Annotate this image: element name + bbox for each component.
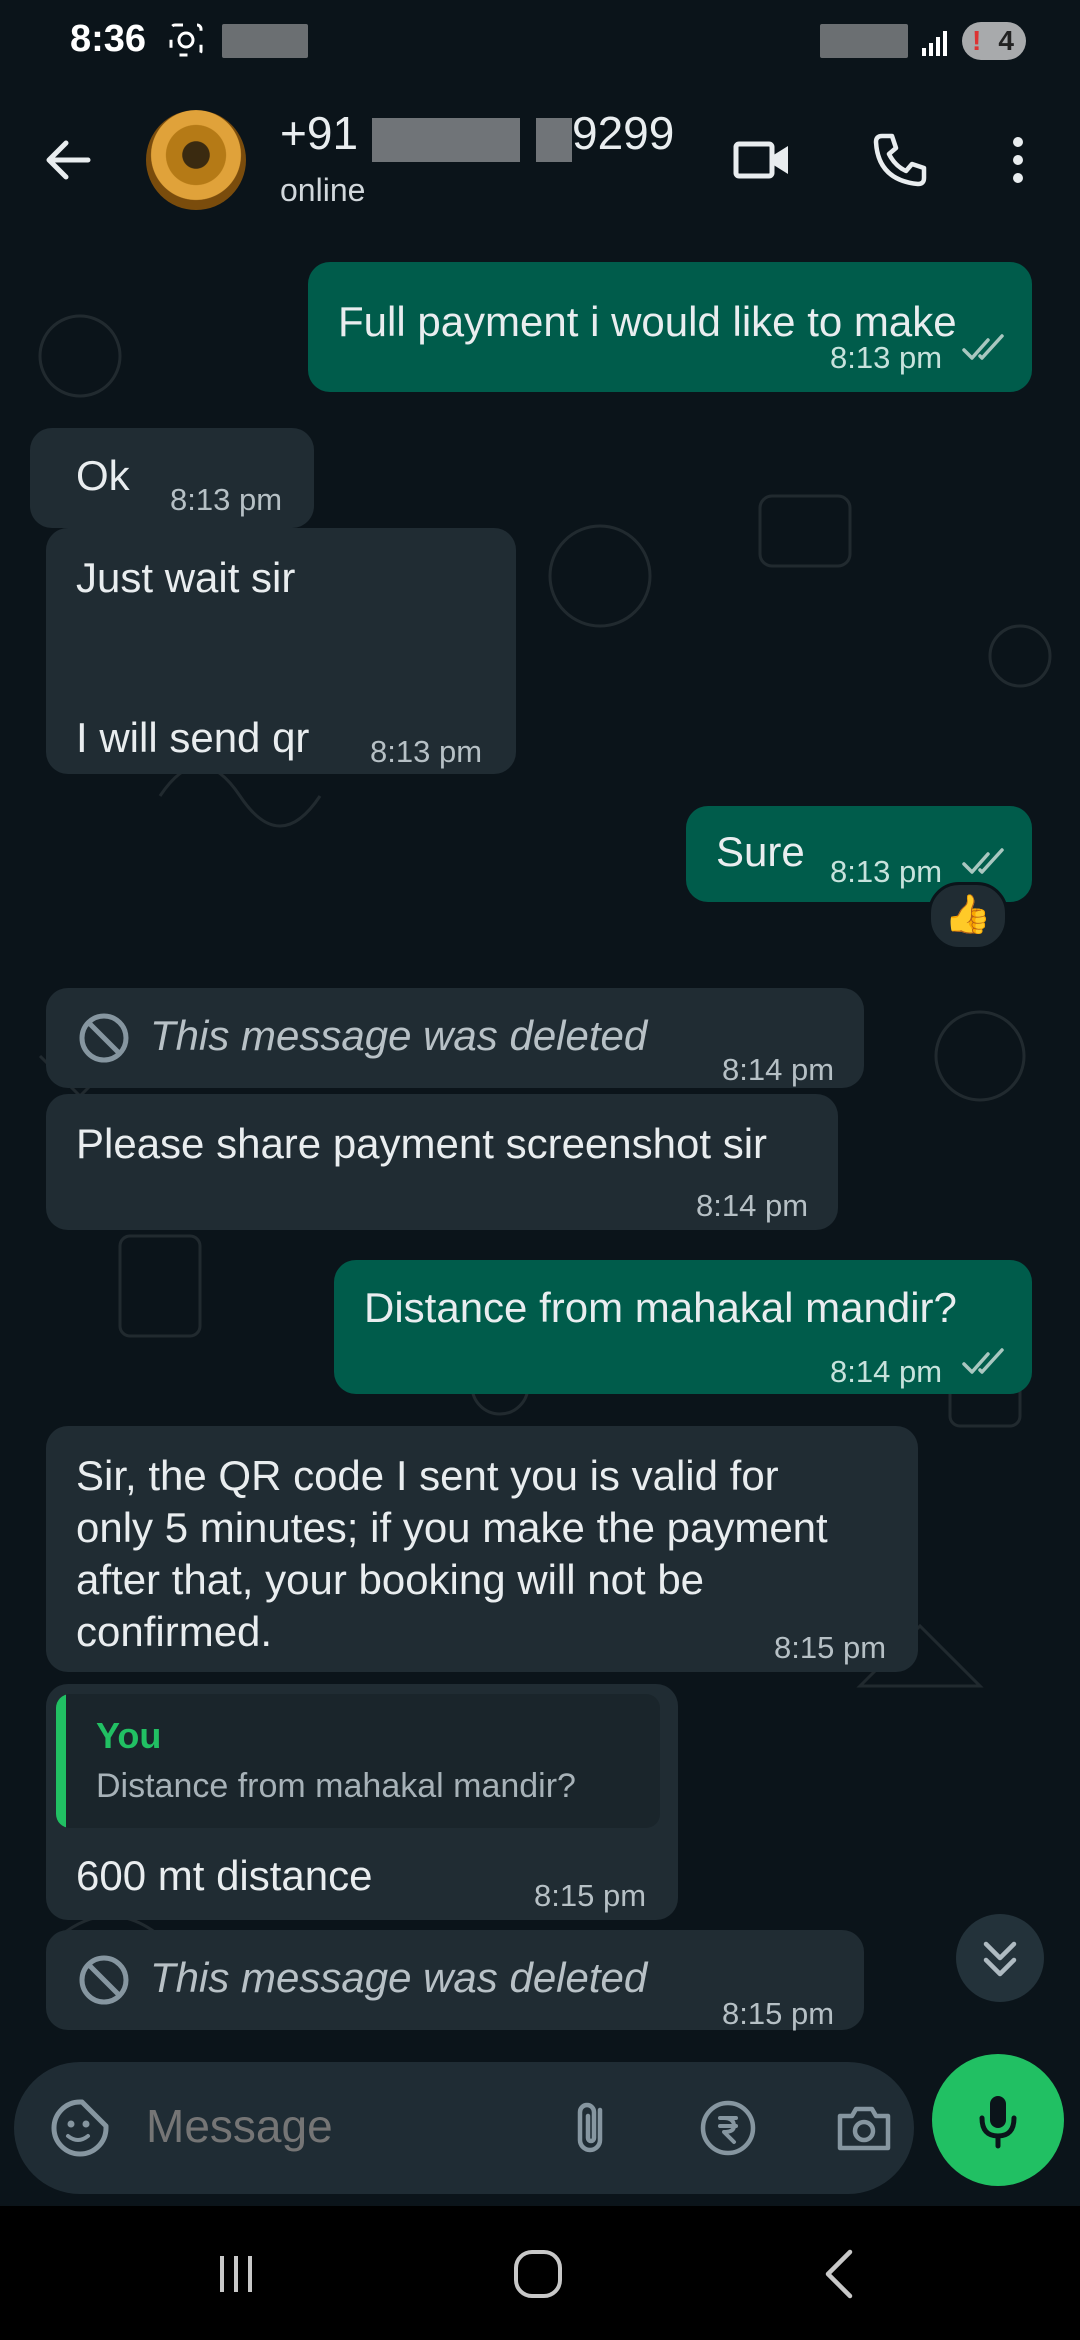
deleted-message-bubble[interactable]: This message was deleted 8:14 pm [46, 988, 864, 1088]
message-time: 8:14 pm [696, 1188, 809, 1223]
system-back-icon[interactable] [810, 2242, 874, 2306]
contact-number-suffix: 9299 [572, 107, 675, 159]
message-text: 600 mt distance [76, 1852, 373, 1899]
chat-header: +91 9299 online [0, 84, 1080, 236]
battery-alert-icon: ! [972, 25, 982, 56]
message-bubble-incoming[interactable]: Sir, the QR code I sent you is valid for… [46, 1426, 918, 1672]
message-time: 8:15 pm [774, 1630, 887, 1665]
message-text: Sure [716, 828, 805, 875]
deleted-message-bubble[interactable]: This message was deleted 8:15 pm [46, 1930, 864, 2031]
camera-icon[interactable] [832, 2096, 896, 2160]
notification-icons-blurred [222, 24, 308, 58]
microphone-icon [979, 2096, 1017, 2149]
sticker-emoji-icon[interactable] [48, 2096, 112, 2160]
quote-text: Distance from mahakal mandir? [96, 1767, 576, 1805]
system-navigation-bar [0, 2206, 1080, 2340]
voice-message-button[interactable] [932, 2054, 1064, 2186]
message-list[interactable]: Full payment i would like to make 8:13 p… [0, 236, 1080, 2058]
message-time: 8:14 pm [830, 1354, 943, 1389]
reply-message-bubble[interactable]: You Distance from mahakal mandir? 600 mt… [46, 1684, 678, 1920]
read-receipt-icon [962, 1348, 1004, 1374]
video-call-icon[interactable] [730, 128, 794, 192]
message-text-line: after that, your booking will not be [76, 1556, 705, 1603]
status-bar: 8:36 ! 4 [0, 0, 1080, 84]
rupee-payment-icon[interactable] [696, 2096, 760, 2160]
contact-number-prefix: +91 [280, 107, 359, 159]
message-text-line: only 5 minutes; if you make the payment [76, 1504, 828, 1551]
attach-paperclip-icon[interactable] [560, 2096, 624, 2160]
message-time: 8:13 pm [830, 340, 943, 375]
home-icon[interactable] [506, 2242, 570, 2306]
screen-record-icon [169, 23, 203, 57]
message-input[interactable] [146, 2098, 566, 2154]
message-time: 8:14 pm [722, 1052, 835, 1087]
double-chevron-down-icon [983, 1941, 1017, 1977]
quoted-message[interactable]: You Distance from mahakal mandir? [56, 1694, 660, 1828]
signal-icon [922, 31, 947, 56]
message-bubble-incoming[interactable]: Please share payment screenshot sir 8:14… [46, 1094, 838, 1230]
message-time: 8:15 pm [534, 1878, 647, 1913]
read-receipt-icon [962, 334, 1004, 360]
status-icons-blurred [820, 24, 908, 58]
recent-apps-icon[interactable] [204, 2242, 268, 2306]
blocked-circle-icon [79, 1955, 129, 2005]
battery-level: 4 [998, 25, 1014, 56]
contact-status: online [280, 172, 366, 208]
message-bubble-incoming[interactable]: Ok 8:13 pm [30, 428, 314, 528]
message-time: 8:13 pm [170, 482, 283, 517]
thumbs-up-reaction[interactable]: 👍 [928, 882, 1008, 950]
read-receipt-icon [962, 848, 1004, 874]
status-time: 8:36 [70, 18, 147, 60]
message-text: Please share payment screenshot sir [76, 1120, 768, 1167]
message-text-line: I will send qr [76, 714, 310, 761]
deleted-message-text: This message was deleted [150, 1012, 648, 1059]
message-time: 8:13 pm [370, 734, 483, 769]
quote-accent-bar [56, 1694, 66, 1828]
voice-call-icon[interactable] [868, 128, 932, 192]
contact-avatar[interactable] [146, 110, 246, 210]
contact-number-redacted-2 [536, 118, 572, 162]
message-bubble-outgoing[interactable]: Full payment i would like to make 8:13 p… [308, 262, 1032, 392]
message-time: 8:13 pm [830, 854, 943, 889]
scroll-to-bottom-button[interactable] [956, 1914, 1044, 2002]
deleted-message-text: This message was deleted [150, 1954, 648, 2001]
message-text: Distance from mahakal mandir? [364, 1284, 957, 1331]
message-bubble-outgoing[interactable]: Distance from mahakal mandir? 8:14 pm [334, 1260, 1032, 1394]
message-time: 8:15 pm [722, 1996, 835, 2031]
quote-author: You [96, 1715, 162, 1756]
back-arrow-icon[interactable] [40, 132, 96, 188]
message-bubble-incoming[interactable]: Just wait sir I will send qr 8:13 pm [46, 528, 516, 774]
contact-name[interactable]: +91 [280, 106, 358, 160]
blocked-circle-icon [79, 1013, 129, 1063]
contact-number-redacted [372, 118, 520, 162]
message-text-line: Sir, the QR code I sent you is valid for [76, 1452, 779, 1499]
message-text-line: Just wait sir [76, 554, 296, 601]
message-composer [14, 2062, 914, 2194]
message-text: Ok [76, 452, 130, 499]
more-options-icon[interactable] [986, 128, 1050, 192]
battery-indicator: ! 4 [962, 22, 1026, 60]
message-text-line: confirmed. [76, 1608, 273, 1655]
